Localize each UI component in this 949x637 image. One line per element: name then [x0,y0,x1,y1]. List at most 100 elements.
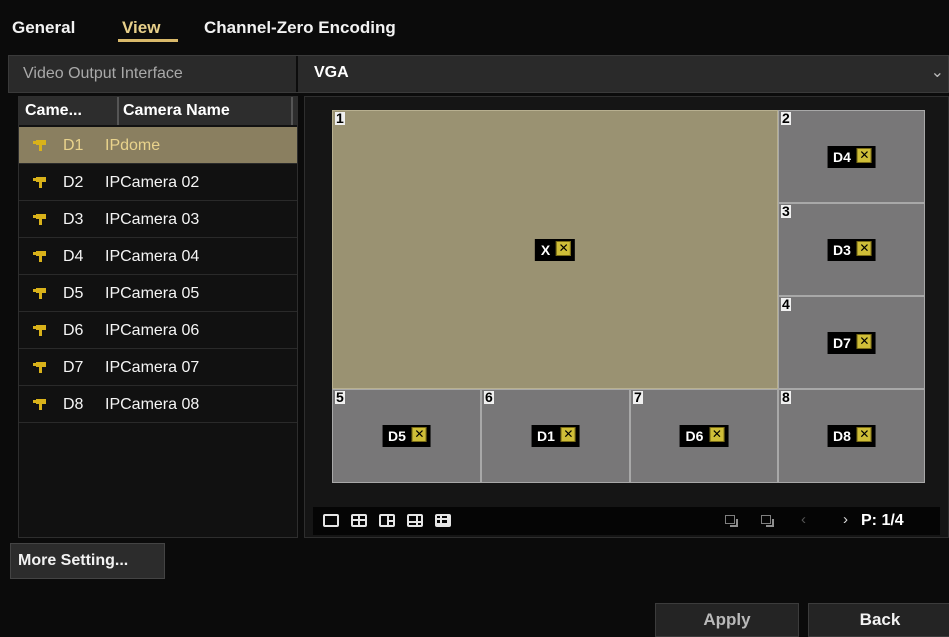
apply-button[interactable]: Apply [655,603,799,637]
window-camera-tag: D4 ✕ [827,145,876,168]
start-live-view-icon[interactable] [723,513,740,529]
window-camera-tag: D5 ✕ [382,425,431,447]
layout-window[interactable]: 2 D4 ✕ [778,110,925,203]
camera-name: IPCamera 06 [105,322,200,339]
layout-grid: 1 X ✕ 2 D4 ✕ 3 D3 ✕ 4 D7 ✕ 5 D5 ✕ 6 D1 ✕ 7 [332,110,925,483]
tab-general[interactable]: General [12,18,75,38]
window-number: 7 [633,389,643,405]
window-camera-label: D5 [388,428,406,444]
camera-id: D8 [63,396,84,413]
camera-row[interactable]: D1 IPdome [19,127,297,164]
camera-id: D1 [63,137,84,154]
camera-row[interactable]: D7 IPCamera 07 [19,349,297,386]
camera-id: D3 [63,211,84,228]
video-output-row: Video Output Interface VGA ⌄ [8,55,949,93]
camera-row[interactable]: D2 IPCamera 02 [19,164,297,201]
camera-icon [33,139,47,151]
camera-name: IPCamera 04 [105,248,200,265]
video-output-select[interactable]: VGA [314,64,349,82]
back-button[interactable]: Back [808,603,949,637]
camera-icon [33,361,47,373]
layout-window[interactable]: 8 D8 ✕ [778,389,925,483]
camera-name: IPCamera 07 [105,359,200,376]
camera-name: IPCamera 03 [105,211,200,228]
window-camera-tag: D7 ✕ [827,331,876,354]
remove-x-icon[interactable]: ✕ [856,333,872,349]
camera-icon [33,287,47,299]
window-number: 4 [781,296,791,312]
eight-window-layout-icon[interactable] [407,514,423,527]
camera-id: D4 [63,248,84,265]
layout-window[interactable]: 1 X ✕ [332,110,778,389]
previous-page-icon[interactable]: ‹ [801,511,806,528]
camera-name: IPCamera 05 [105,285,200,302]
nine-window-layout-icon[interactable] [435,514,451,527]
window-number: 1 [335,110,345,126]
camera-name: IPCamera 08 [105,396,200,413]
column-resize-handle[interactable] [291,97,293,125]
window-camera-tag: D6 ✕ [679,425,729,447]
remove-x-icon[interactable]: ✕ [709,427,725,442]
remove-x-icon[interactable]: ✕ [856,147,872,163]
four-window-layout-icon[interactable] [351,514,367,527]
field-divider [296,56,298,92]
tab-channel-zero-encoding[interactable]: Channel-Zero Encoding [204,18,396,38]
camera-id: D7 [63,359,84,376]
camera-name: IPdome [105,137,161,154]
six-window-layout-icon[interactable] [379,514,395,527]
camera-icon [33,213,47,225]
layout-toolbar: ‹ › P: 1/4 [313,507,940,535]
layout-window[interactable]: 6 D1 ✕ [481,389,630,483]
camera-name: IPCamera 02 [105,174,200,191]
column-header-camera-name[interactable]: Camera Name [123,102,230,120]
window-number: 3 [781,203,791,219]
window-camera-label: D3 [833,241,851,258]
column-resize-handle[interactable] [117,97,119,125]
layout-window[interactable]: 7 D6 ✕ [630,389,778,483]
view-layout-editor: 1 X ✕ 2 D4 ✕ 3 D3 ✕ 4 D7 ✕ 5 D5 ✕ 6 D1 ✕ 7 [304,96,949,538]
window-camera-label: D4 [833,148,851,165]
window-camera-tag: D3 ✕ [827,238,876,261]
camera-id: D2 [63,174,84,191]
page-indicator: P: 1/4 [861,512,904,529]
next-page-icon[interactable]: › [843,511,848,528]
camera-list: D1 IPdome D2 IPCamera 02 D3 IPCamera 03 … [19,127,297,423]
camera-row[interactable]: D8 IPCamera 08 [19,386,297,423]
window-camera-tag: D8 ✕ [827,425,876,447]
camera-row[interactable]: D4 IPCamera 04 [19,238,297,275]
camera-icon [33,176,47,188]
camera-table-header: Came... Camera Name [19,97,297,125]
window-camera-label: D1 [537,428,555,444]
window-number: 5 [335,389,345,405]
window-camera-label: D6 [685,428,704,444]
window-number: 2 [781,110,791,126]
camera-row[interactable]: D5 IPCamera 05 [19,275,297,312]
window-camera-label: D7 [833,334,851,351]
remove-x-icon[interactable]: ✕ [556,240,572,256]
tab-view[interactable]: View [122,18,160,38]
chevron-down-icon[interactable]: ⌄ [931,62,944,82]
remove-x-icon[interactable]: ✕ [856,427,872,442]
tab-bar: General View Channel-Zero Encoding [0,0,949,46]
camera-row[interactable]: D3 IPCamera 03 [19,201,297,238]
camera-list-panel: Came... Camera Name D1 IPdome D2 IPCamer… [18,96,298,538]
layout-window[interactable]: 4 D7 ✕ [778,296,925,389]
remove-x-icon[interactable]: ✕ [411,427,427,442]
camera-id: D6 [63,322,84,339]
column-header-camera-id[interactable]: Came... [25,102,82,120]
remove-x-icon[interactable]: ✕ [560,427,576,442]
layout-window[interactable]: 5 D5 ✕ [332,389,481,483]
remove-x-icon[interactable]: ✕ [856,240,872,256]
camera-icon [33,398,47,410]
camera-row[interactable]: D6 IPCamera 06 [19,312,297,349]
window-camera-tag: X ✕ [534,238,576,261]
window-camera-tag: D1 ✕ [531,425,580,447]
window-camera-label: D8 [833,428,851,444]
single-window-layout-icon[interactable] [323,514,339,527]
more-setting-button[interactable]: More Setting... [10,543,165,579]
layout-window[interactable]: 3 D3 ✕ [778,203,925,296]
camera-icon [33,324,47,336]
video-output-label: Video Output Interface [23,65,183,82]
stop-live-view-icon[interactable] [759,513,776,529]
active-tab-indicator [118,39,178,42]
